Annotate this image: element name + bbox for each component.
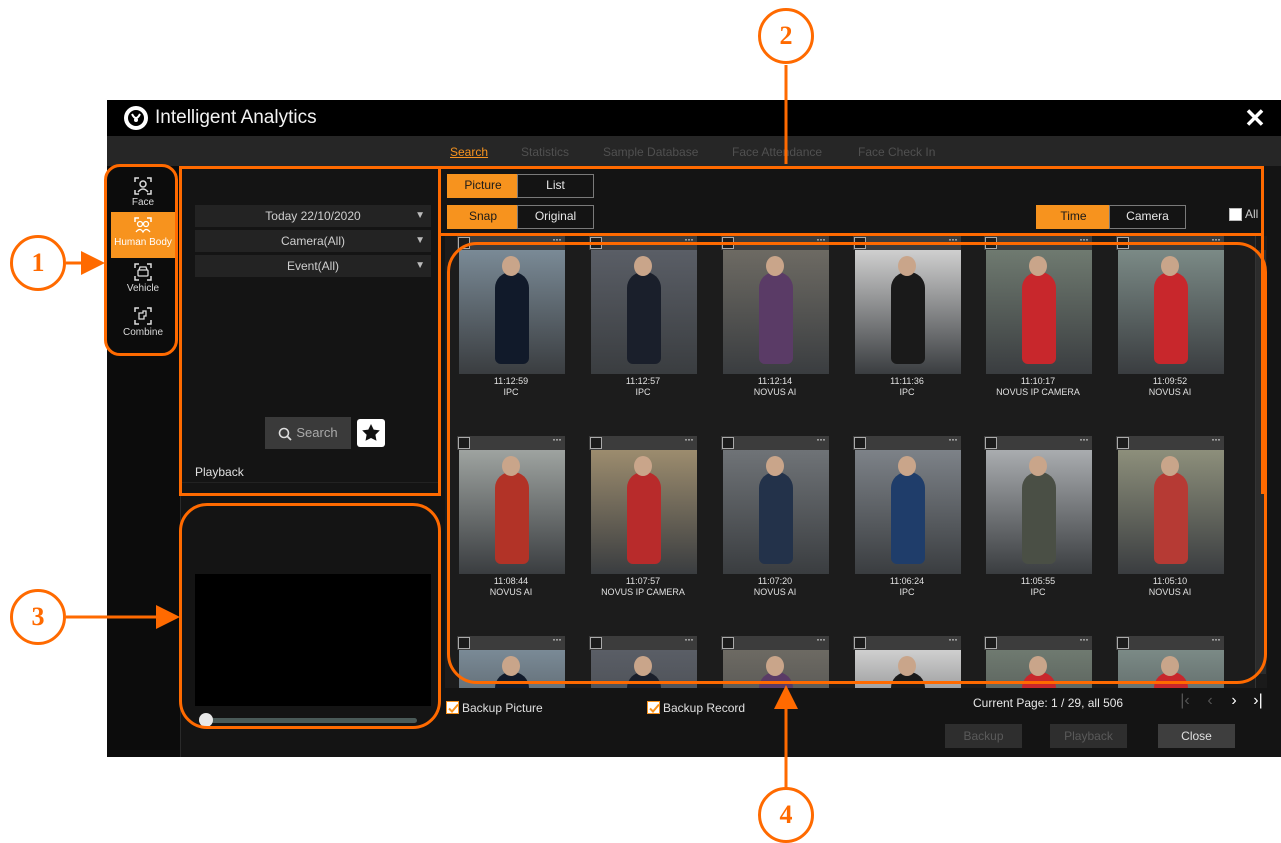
callout-1: 1 bbox=[10, 235, 66, 291]
callout-3: 3 bbox=[10, 589, 66, 645]
callout-connectors bbox=[66, 65, 798, 789]
callout-2: 2 bbox=[758, 8, 814, 64]
callout-4: 4 bbox=[758, 787, 814, 843]
